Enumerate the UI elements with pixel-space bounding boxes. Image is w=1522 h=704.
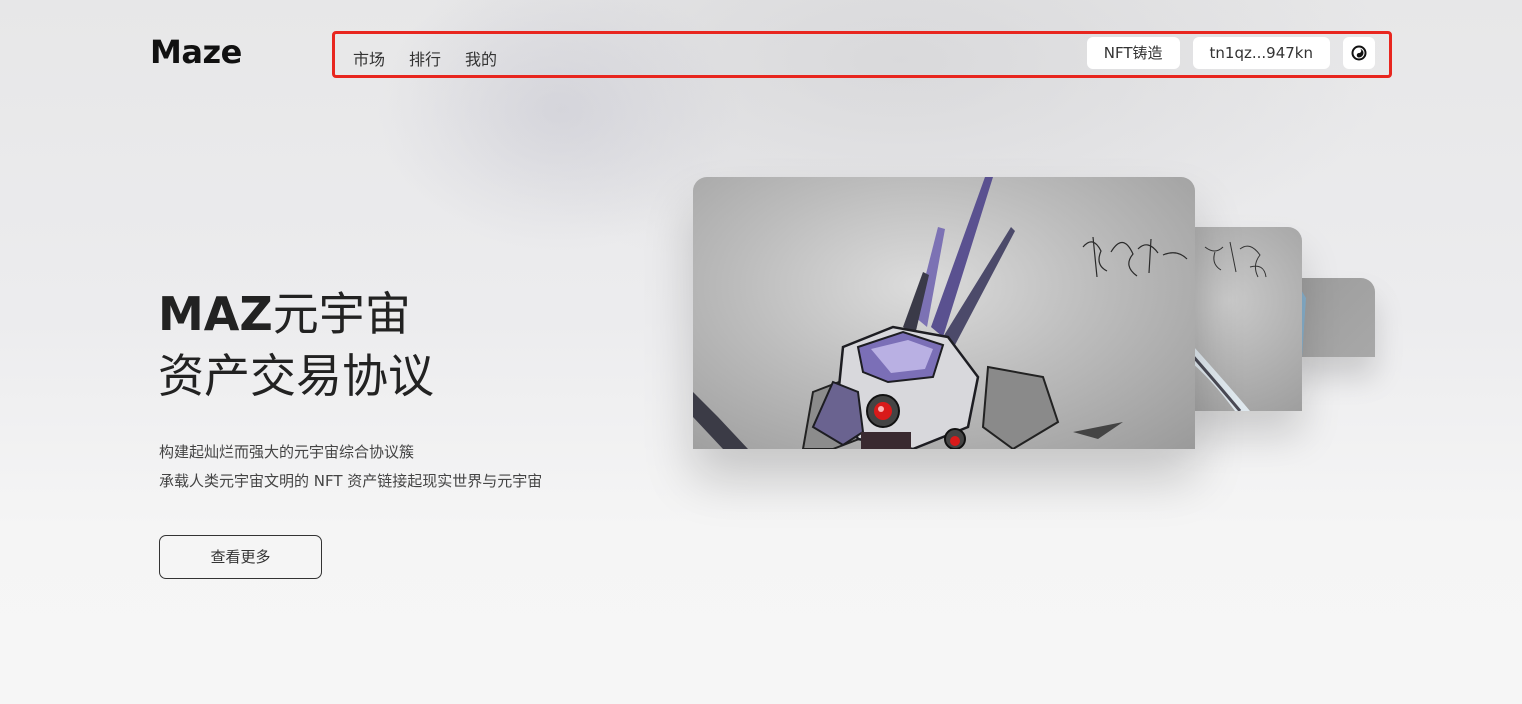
- nav-item-ranking[interactable]: 排行: [409, 46, 441, 70]
- hero-subtitle-line1: 构建起灿烂而强大的元宇宙综合协议簇: [159, 443, 415, 461]
- nft-mint-button[interactable]: NFT铸造: [1086, 37, 1180, 69]
- swirl-icon: [1351, 45, 1367, 61]
- theme-toggle-button[interactable]: [1343, 37, 1375, 69]
- hero-title-prefix: MAZ: [158, 287, 273, 341]
- nav-item-market[interactable]: 市场: [353, 46, 385, 70]
- logo[interactable]: Maze: [150, 33, 242, 71]
- nav-actions: NFT铸造 tn1qz...947kn: [1086, 37, 1375, 69]
- carousel-card-1[interactable]: [693, 177, 1195, 449]
- carousel-card-2[interactable]: [1180, 227, 1302, 411]
- hero-title-line2: 资产交易协议: [158, 349, 434, 403]
- hero-title: MAZ元宇宙 资产交易协议: [158, 283, 434, 407]
- mecha-robot-artwork: [693, 177, 1188, 449]
- card-3-artwork: [1296, 288, 1306, 357]
- hero-subtitle-line2: 承载人类元宇宙文明的 NFT 资产链接起现实世界与元宇宙: [159, 472, 543, 490]
- carousel-card-3[interactable]: [1290, 278, 1375, 357]
- nav-links: 市场 排行 我的: [353, 46, 497, 70]
- hero-title-line1: 元宇宙: [272, 287, 411, 341]
- wallet-address-button[interactable]: tn1qz...947kn: [1192, 37, 1330, 69]
- card-2-artwork: [1183, 241, 1267, 411]
- view-more-button[interactable]: 查看更多: [159, 535, 322, 579]
- nav-item-mine[interactable]: 我的: [465, 46, 497, 70]
- top-navbar: 市场 排行 我的 NFT铸造 tn1qz...947kn: [332, 31, 1392, 78]
